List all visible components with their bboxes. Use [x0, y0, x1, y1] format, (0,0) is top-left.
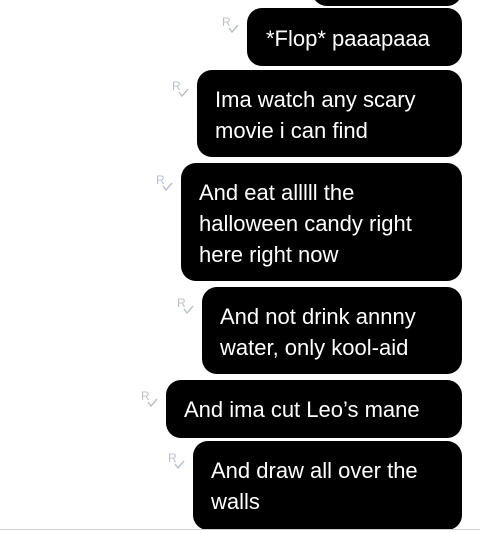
message-bubble[interactable]: And not drink annny water, only kool-aid — [202, 287, 462, 374]
message-bubble-partial[interactable] — [312, 0, 462, 6]
bottom-divider — [0, 529, 480, 530]
checkmark-icon — [174, 460, 185, 469]
checkmark-icon — [183, 305, 194, 314]
read-receipt-icon: R — [156, 174, 178, 196]
message-bubble[interactable]: And eat alllll the halloween candy right… — [181, 163, 462, 281]
read-receipt-icon: R — [172, 80, 194, 102]
message-bubble[interactable]: And ima cut Leo’s mane — [166, 380, 462, 438]
checkmark-icon — [228, 24, 239, 33]
checkmark-icon — [147, 398, 158, 407]
message-bubble[interactable]: And draw all over the walls — [193, 441, 462, 530]
read-receipt-icon: R — [222, 16, 244, 38]
message-thread: R *Flop* paaapaaa R Ima watch any scary … — [0, 0, 480, 533]
message-bubble[interactable]: *Flop* paaapaaa — [247, 8, 462, 66]
read-receipt-icon: R — [177, 297, 199, 319]
read-receipt-icon: R — [168, 452, 190, 474]
checkmark-icon — [178, 88, 189, 97]
read-receipt-icon: R — [141, 390, 163, 412]
message-bubble[interactable]: Ima watch any scary movie i can find — [197, 70, 462, 157]
checkmark-icon — [162, 182, 173, 191]
